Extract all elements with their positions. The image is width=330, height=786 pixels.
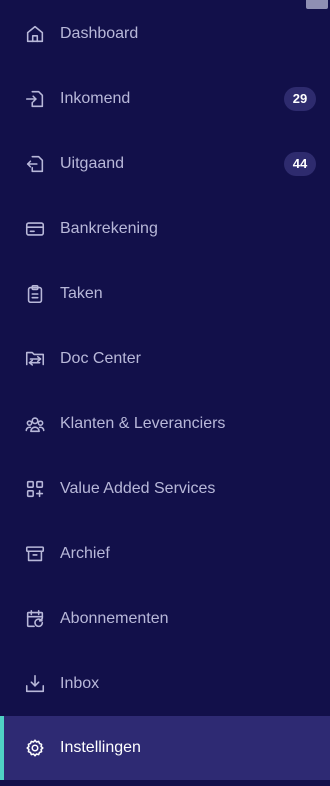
sidebar-item-uitgaand[interactable]: Uitgaand 44 bbox=[0, 142, 330, 186]
sidebar-item-label: Dashboard bbox=[60, 25, 139, 42]
download-tray-icon bbox=[24, 673, 46, 695]
clipboard-icon bbox=[24, 283, 46, 305]
sidebar-item-inkomend[interactable]: Inkomend 29 bbox=[0, 77, 330, 121]
sidebar-item-label: Bankrekening bbox=[60, 220, 158, 237]
sidebar-item-label: Inbox bbox=[60, 675, 100, 692]
count-badge: 29 bbox=[284, 87, 316, 111]
active-indicator bbox=[0, 716, 4, 780]
sidebar-item-label: Inkomend bbox=[60, 90, 131, 107]
folder-transfer-icon bbox=[24, 348, 46, 370]
credit-card-icon bbox=[24, 218, 46, 240]
sidebar-item-label: Klanten & Leveranciers bbox=[60, 415, 226, 432]
sidebar-item-taken[interactable]: Taken bbox=[0, 272, 330, 316]
users-icon bbox=[24, 413, 46, 435]
sidebar-item-label: Uitgaand bbox=[60, 155, 125, 172]
calendar-refresh-icon bbox=[24, 608, 46, 630]
sidebar-item-value-added-services[interactable]: Value Added Services bbox=[0, 467, 330, 511]
sidebar: Dashboard Inkomend 29 Uitgaand 44 Bankre… bbox=[0, 0, 330, 786]
gear-icon bbox=[24, 737, 46, 759]
sidebar-item-dashboard[interactable]: Dashboard bbox=[0, 12, 330, 56]
sidebar-item-archief[interactable]: Archief bbox=[0, 532, 330, 576]
sidebar-item-instellingen[interactable]: Instellingen bbox=[0, 716, 330, 780]
sidebar-item-klanten-leveranciers[interactable]: Klanten & Leveranciers bbox=[0, 402, 330, 446]
sidebar-item-label: Doc Center bbox=[60, 350, 141, 367]
collapse-handle[interactable] bbox=[306, 0, 328, 9]
outbox-icon bbox=[24, 153, 46, 175]
sidebar-item-label: Taken bbox=[60, 285, 103, 302]
home-icon bbox=[24, 23, 46, 45]
archive-box-icon bbox=[24, 543, 46, 565]
sidebar-item-label: Archief bbox=[60, 545, 110, 562]
inbox-in-icon bbox=[24, 88, 46, 110]
sidebar-item-label: Value Added Services bbox=[60, 480, 216, 497]
sidebar-item-abonnementen[interactable]: Abonnementen bbox=[0, 597, 330, 641]
sidebar-item-label: Abonnementen bbox=[60, 610, 169, 627]
sidebar-item-label: Instellingen bbox=[60, 739, 141, 756]
count-badge: 44 bbox=[284, 152, 316, 176]
sidebar-item-inbox[interactable]: Inbox bbox=[0, 662, 330, 706]
sidebar-item-bankrekening[interactable]: Bankrekening bbox=[0, 207, 330, 251]
sidebar-item-doc-center[interactable]: Doc Center bbox=[0, 337, 330, 381]
apps-plus-icon bbox=[24, 478, 46, 500]
